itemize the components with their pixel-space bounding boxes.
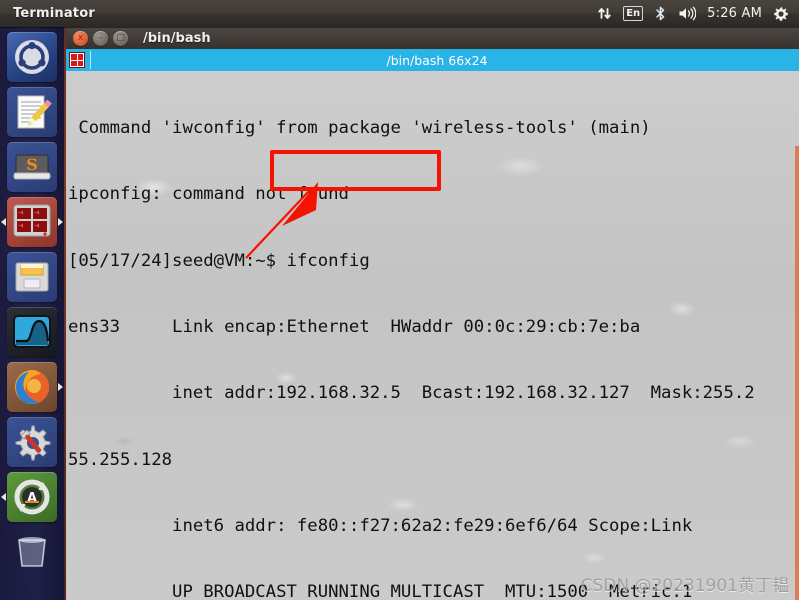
launcher-focused-pip-right [58,383,63,391]
gear-icon[interactable] [773,6,789,22]
launcher-item-terminator[interactable]: ~$ ~$ ~$ ~$ [1,197,63,247]
software-updater-icon: A [14,479,50,515]
close-button[interactable]: x [73,30,88,46]
launcher-running-pip-left [1,493,6,501]
terminal-line: [05/17/24]seed@VM:~$ ifconfig [68,250,370,271]
terminal-line: ens33 Link encap:Ethernet HWaddr 00:0c:2… [68,317,641,338]
network-updown-icon[interactable] [597,6,612,21]
terminal-line: Command 'iwconfig' from package 'wireles… [68,118,651,139]
terminal-scrollbar[interactable] [795,71,799,600]
launcher-focused-pip-right [58,218,63,226]
unity-launcher: S ~$ ~$ ~$ ~$ A [0,27,64,600]
svg-text:S: S [26,155,38,174]
clock[interactable]: 5:26 AM [707,6,762,21]
panel-app-title[interactable]: Terminator [13,6,95,21]
launcher-item-seed-drive[interactable]: S [7,142,57,192]
launcher-running-pip-left [1,218,6,226]
terminal-body[interactable]: Command 'iwconfig' from package 'wireles… [66,71,799,600]
window-title: /bin/bash [143,30,211,46]
desktop-screen: Terminator En 5:26 AM S ~$ ~$ ~$ ~$ A x … [0,0,799,600]
terminal-output: Command 'iwconfig' from package 'wireles… [66,71,755,600]
wireshark-icon [13,315,51,348]
launcher-item-trash[interactable] [7,527,57,577]
terminal-grouping-icon[interactable] [69,52,85,68]
terminator-icon: ~$ ~$ ~$ ~$ [13,204,51,237]
volume-icon[interactable] [678,6,697,21]
launcher-item-text-editor[interactable] [7,87,57,137]
file-manager-icon [15,262,49,292]
svg-text:~$: ~$ [35,210,40,215]
terminal-line: inet addr:192.168.32.5 Bcast:192.168.32.… [68,383,755,404]
ubuntu-logo-icon [15,40,49,74]
settings-gear-wrench-icon [15,425,51,461]
svg-text:~$: ~$ [19,223,24,228]
launcher-item-file-manager[interactable] [7,252,57,302]
launcher-item-software-updater[interactable]: A [1,472,57,522]
terminator-window: x – □ /bin/bash /bin/bash 66x24 Command … [66,27,799,600]
seed-drive-icon: S [13,154,51,180]
launcher-item-wireshark[interactable] [7,307,57,357]
text-editor-icon [17,95,52,129]
window-titlebar[interactable]: x – □ /bin/bash [66,27,799,49]
watermark: CSDN @20231901黄丁韫 [580,576,789,596]
bluetooth-icon[interactable] [654,6,667,21]
terminal-tabbar[interactable]: /bin/bash 66x24 [66,49,799,71]
svg-text:~$: ~$ [35,223,40,228]
terminal-line: inet6 addr: fe80::f27:62a2:fe29:6ef6/64 … [68,515,693,536]
top-panel: Terminator En 5:26 AM [0,0,799,27]
minimize-button[interactable]: – [93,30,108,46]
launcher-item-ubuntu-dash[interactable] [7,32,57,82]
scrollbar-thumb[interactable] [795,146,799,600]
terminal-line: 55.255.128 [68,449,173,470]
launcher-item-system-settings[interactable] [7,417,57,467]
terminal-line: ipconfig: command not found [68,184,349,205]
system-tray: En 5:26 AM [597,6,799,22]
keyboard-layout-indicator[interactable]: En [623,6,644,21]
firefox-icon [15,370,49,404]
svg-text:~$: ~$ [19,210,24,215]
tab-title[interactable]: /bin/bash 66x24 [91,53,783,68]
svg-text:A: A [27,491,37,506]
trash-icon [18,537,46,567]
maximize-button[interactable]: □ [113,30,128,46]
launcher-item-firefox[interactable] [7,362,63,412]
